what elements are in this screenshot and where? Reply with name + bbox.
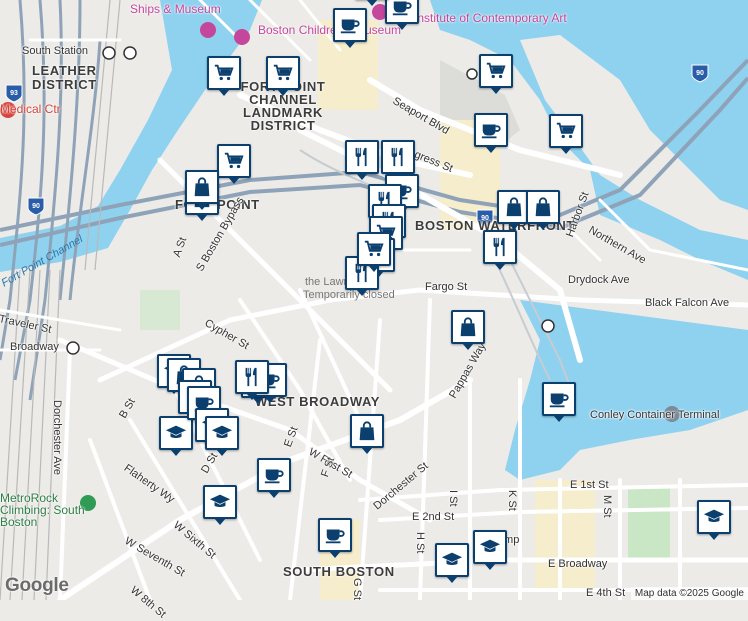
fork-knife-icon: [245, 367, 257, 387]
i93-shield: 93: [5, 84, 23, 103]
coffee-cup-icon: [481, 124, 501, 139]
cafe-marker[interactable]: [542, 382, 576, 422]
shopping-bag-icon: [194, 177, 210, 197]
graduation-cap-icon: [165, 425, 187, 439]
map-label-street: K St: [506, 490, 518, 511]
commercial-area: [535, 480, 595, 590]
coffee-cup-icon: [325, 529, 345, 544]
map-label-street: South Station: [22, 45, 89, 57]
graduation-cap-icon: [211, 425, 233, 439]
shopping-marker[interactable]: [185, 170, 219, 210]
fork-knife-icon: [391, 147, 403, 167]
grocery-marker[interactable]: [357, 232, 391, 272]
map-label-street: I St: [447, 490, 459, 507]
map-label-area: SOUTH BOSTON: [283, 564, 395, 579]
transit-station-icon[interactable]: [466, 68, 478, 80]
fork-knife-icon: [493, 237, 505, 257]
coffee-cup-icon: [340, 19, 360, 34]
map-label-grey: Temporarily closed: [303, 289, 395, 301]
map-label-street: Fargo St: [425, 281, 468, 293]
svg-text:93: 93: [10, 90, 18, 97]
map-label-area: DISTRICT: [32, 77, 97, 92]
grocery-marker[interactable]: [217, 144, 251, 184]
cafe-marker[interactable]: [257, 458, 291, 498]
shopping-cart-icon: [224, 152, 244, 169]
school-marker[interactable]: [473, 530, 507, 570]
museum-icon[interactable]: [234, 29, 250, 45]
cafe-marker[interactable]: [474, 113, 508, 153]
school-marker[interactable]: [159, 416, 193, 456]
map-label-street: M St: [601, 495, 613, 518]
shopping-cart-icon: [486, 62, 506, 79]
shopping-cart-icon: [364, 240, 384, 257]
graduation-cap-icon: [209, 494, 231, 508]
shopping-bag-icon: [506, 197, 522, 217]
map-label-street: H St: [414, 532, 426, 554]
map-attribution[interactable]: Map data ©2025 Google: [630, 587, 748, 600]
svg-text:90: 90: [32, 203, 40, 210]
map-label-street: Drydock Ave: [568, 274, 630, 286]
coffee-cup-icon: [392, 1, 412, 16]
museum-icon[interactable]: [200, 22, 216, 38]
shopping-cart-icon: [556, 122, 576, 139]
transit-station-icon[interactable]: [66, 341, 80, 355]
map-label-hosp: Medical Ctr: [0, 102, 61, 116]
grocery-marker[interactable]: [207, 56, 241, 96]
map-label-area: LEATHER: [32, 63, 97, 78]
transit-station-icon[interactable]: [102, 46, 116, 60]
map-label-street: Dorchester Ave: [51, 400, 63, 476]
cafe-marker[interactable]: [318, 518, 352, 558]
cafe-marker[interactable]: [385, 0, 419, 30]
school-marker[interactable]: [205, 416, 239, 456]
map-label-street: Broadway: [10, 341, 59, 353]
map-label-street: E 2nd St: [412, 511, 455, 523]
restaurant-marker[interactable]: [235, 360, 269, 400]
map-label-green[interactable]: MetroRock Climbing: South Boston: [0, 492, 100, 528]
grocery-marker[interactable]: [479, 54, 513, 94]
graduation-cap-icon: [441, 552, 463, 566]
map-label-poi[interactable]: Ships & Museum: [130, 3, 221, 15]
coffee-cup-icon: [549, 393, 569, 408]
fork-knife-icon: [355, 147, 367, 167]
map-label-street: E 4th St: [586, 587, 626, 599]
coffee-cup-icon: [264, 469, 284, 484]
map-label-street: Conley Container Terminal: [590, 409, 720, 421]
grocery-marker[interactable]: [549, 114, 583, 154]
school-marker[interactable]: [203, 485, 237, 525]
graduation-cap-icon: [479, 539, 501, 553]
park-area: [140, 290, 180, 330]
shopping-cart-icon: [273, 64, 293, 81]
map-label-street: G St: [351, 578, 363, 601]
shopping-marker[interactable]: [526, 190, 560, 230]
restaurant-marker[interactable]: [483, 230, 517, 270]
cruise-terminal-icon[interactable]: [541, 319, 555, 333]
shopping-bag-icon: [460, 317, 476, 337]
grocery-marker[interactable]: [266, 56, 300, 96]
park-area: [628, 488, 670, 560]
graduation-cap-icon: [703, 509, 725, 523]
google-logo: Google: [5, 575, 69, 596]
cafe-marker[interactable]: [333, 8, 367, 48]
shopping-marker[interactable]: [451, 310, 485, 350]
transit-station-icon[interactable]: [123, 46, 137, 60]
shopping-bag-icon: [535, 197, 551, 217]
map-label-poi[interactable]: Institute of Contemporary Art: [414, 12, 567, 24]
svg-text:90: 90: [696, 70, 704, 77]
restaurant-marker[interactable]: [345, 140, 379, 180]
i90-shield: 90: [27, 197, 45, 216]
map-label-street: Black Falcon Ave: [645, 297, 730, 309]
i90-shield: 90: [691, 64, 709, 83]
map-label-street: E 1st St: [570, 479, 609, 491]
shopping-marker[interactable]: [350, 414, 384, 454]
map-label-street: E Broadway: [548, 558, 608, 570]
restaurant-marker[interactable]: [381, 140, 415, 180]
school-marker[interactable]: [435, 543, 469, 583]
shopping-bag-icon: [359, 421, 375, 441]
school-marker[interactable]: [697, 500, 731, 540]
map-label-poi[interactable]: Boston Children's Museum: [258, 24, 401, 36]
shopping-cart-icon: [214, 64, 234, 81]
